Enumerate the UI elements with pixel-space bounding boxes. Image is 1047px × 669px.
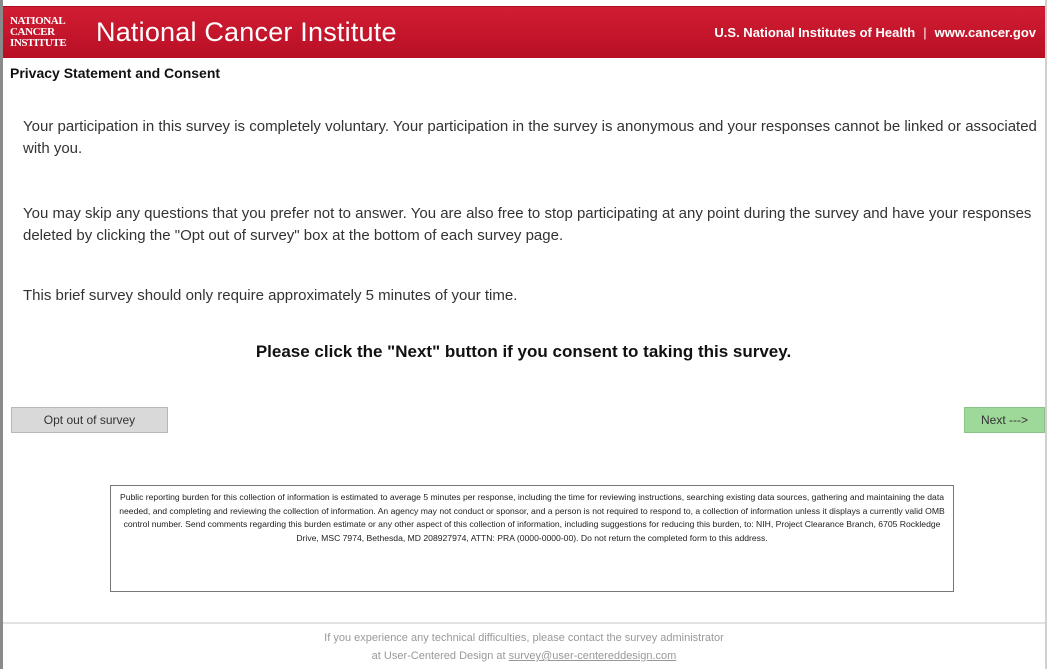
consent-prompt: Please click the "Next" button if you co… xyxy=(255,342,792,361)
footer-contact-line: at User-Centered Design at survey@user-c… xyxy=(3,647,1045,665)
opt-out-button[interactable]: Opt out of survey xyxy=(11,407,168,433)
footer-help-text: If you experience any technical difficul… xyxy=(324,632,724,644)
footer-contact-prefix: at User-Centered Design at xyxy=(371,650,506,662)
participation-paragraph: Your participation in this survey is com… xyxy=(23,118,1037,157)
page-title: Privacy Statement and Consent xyxy=(10,65,221,81)
institute-name[interactable]: National Cancer Institute xyxy=(96,17,397,48)
burden-statement: Public reporting burden for this collect… xyxy=(110,485,954,592)
header-separator: | xyxy=(923,25,927,40)
support-email-link[interactable]: survey@user-centereddesign.com xyxy=(509,650,677,662)
nci-logo[interactable]: NATIONAL CANCER INSTITUTE xyxy=(10,13,82,53)
site-header: NATIONAL CANCER INSTITUTE National Cance… xyxy=(3,6,1045,58)
footer: If you experience any technical difficul… xyxy=(3,622,1045,669)
cancer-gov-link[interactable]: www.cancer.gov xyxy=(935,25,1036,40)
duration-paragraph: This brief survey should only require ap… xyxy=(23,287,518,304)
logo-line: INSTITUTE xyxy=(10,37,67,49)
next-button[interactable]: Next ---> xyxy=(964,407,1045,433)
skip-questions-paragraph: You may skip any questions that you pref… xyxy=(23,205,1032,244)
header-links: U.S. National Institutes of Health | www… xyxy=(714,25,1036,40)
nih-link[interactable]: U.S. National Institutes of Health xyxy=(714,25,915,40)
